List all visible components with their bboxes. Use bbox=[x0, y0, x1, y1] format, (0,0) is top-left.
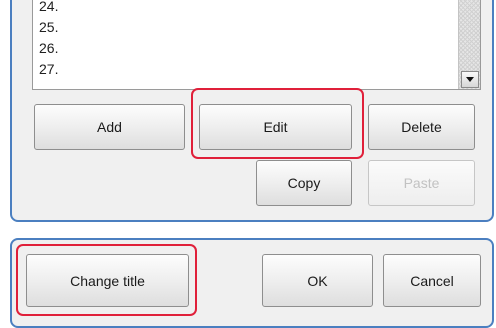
list-item[interactable]: 25. bbox=[39, 19, 58, 35]
cancel-button[interactable]: Cancel bbox=[383, 254, 481, 307]
list-item[interactable]: 27. bbox=[39, 61, 58, 77]
numbered-listbox[interactable]: 24. 25. 26. 27. bbox=[32, 0, 481, 90]
paste-button[interactable]: Paste bbox=[368, 160, 475, 206]
delete-button[interactable]: Delete bbox=[368, 104, 475, 150]
vertical-scrollbar[interactable] bbox=[458, 0, 480, 89]
ok-button[interactable]: OK bbox=[262, 254, 373, 307]
scroll-down-arrow-icon[interactable] bbox=[461, 71, 479, 88]
edit-button[interactable]: Edit bbox=[199, 104, 352, 150]
add-button[interactable]: Add bbox=[34, 104, 185, 150]
copy-button[interactable]: Copy bbox=[256, 160, 352, 206]
change-title-button[interactable]: Change title bbox=[26, 254, 189, 307]
list-item[interactable]: 24. bbox=[39, 0, 58, 14]
list-item[interactable]: 26. bbox=[39, 40, 58, 56]
